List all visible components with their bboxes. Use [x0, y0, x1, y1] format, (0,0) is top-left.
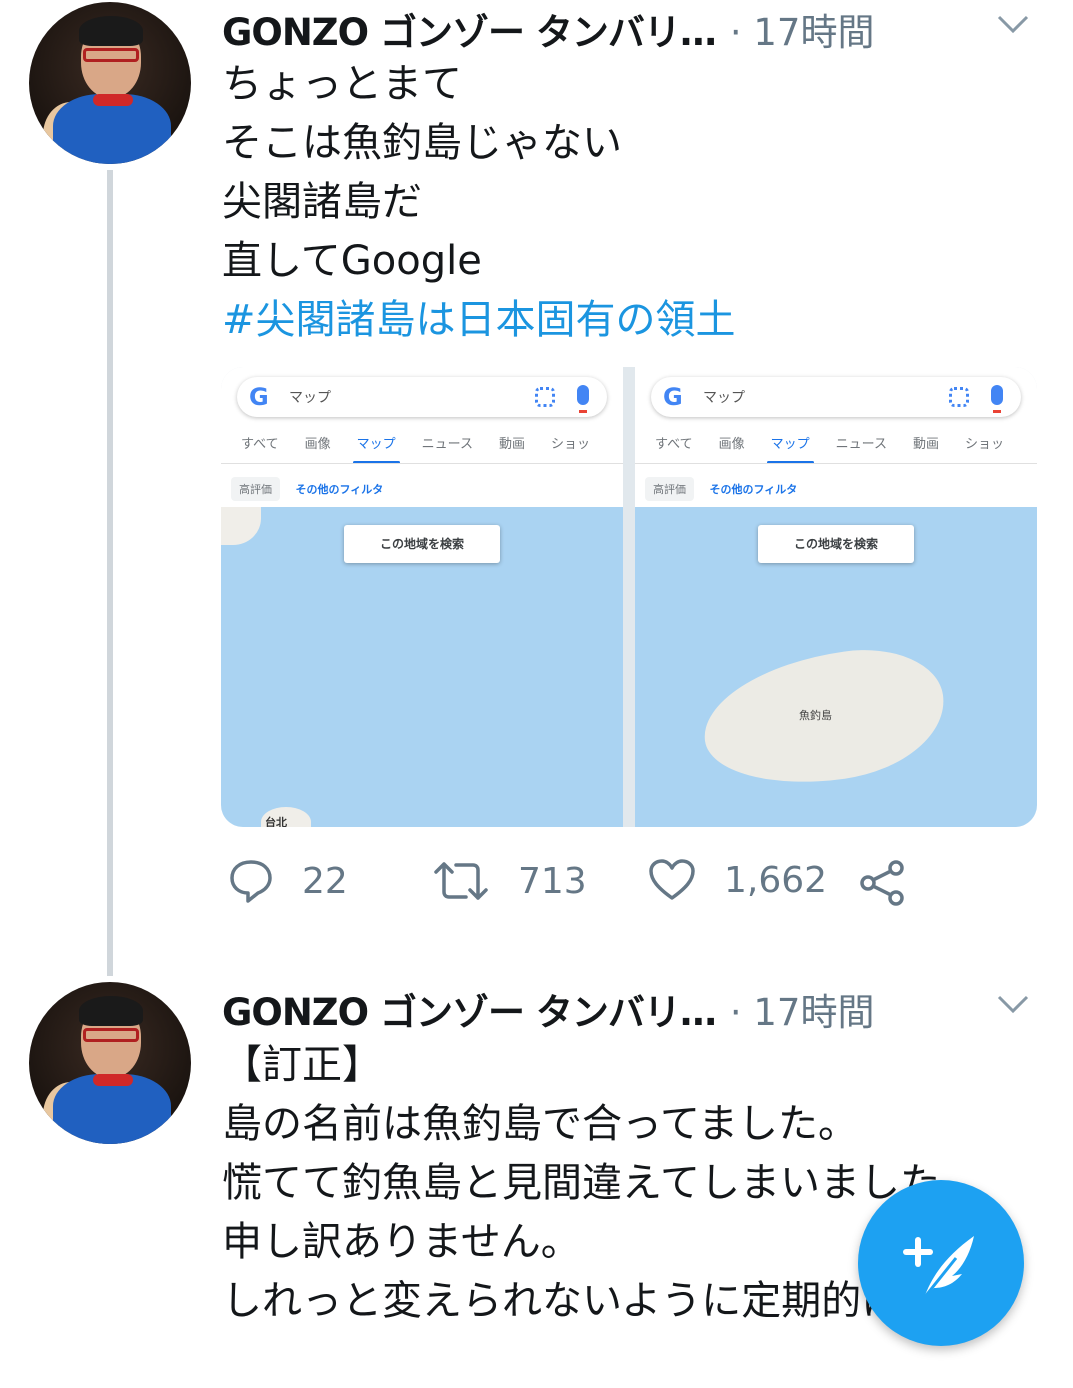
tab-label-active: マップ [766, 433, 814, 464]
tweet-line: 【訂正】 [222, 1042, 382, 1088]
reply-icon [230, 860, 272, 903]
retweet-count: 713 [518, 860, 587, 902]
timestamp: · 17時間 [729, 991, 875, 1034]
chevron-down-icon[interactable] [996, 994, 1030, 1014]
timestamp: · 17時間 [729, 11, 875, 54]
search-area-button: この地域を検索 [758, 525, 914, 563]
lens-icon [535, 387, 555, 407]
chip-rating: 高評価 [645, 477, 694, 501]
tweet-line: 直してGoogle [222, 238, 482, 284]
heart-icon [649, 859, 695, 900]
tab-label: ニュース [421, 437, 473, 452]
map-place-label: 台北 [265, 816, 287, 827]
like-count: 1,662 [724, 859, 828, 901]
filter-chips: 高評価 その他のフィルタ [231, 477, 383, 501]
search-query: マップ [703, 390, 745, 406]
tweet-line: 島の名前は魚釣島で合ってました。 [222, 1101, 858, 1147]
share-icon [860, 860, 904, 906]
chip-filters: その他のフィルタ [709, 483, 798, 496]
tweet-line: そこは魚釣島じゃない [222, 120, 622, 166]
search-bar: G マップ [237, 377, 607, 417]
search-tabs: すべて 画像 マップ ニュース 動画 ショッ [241, 433, 616, 464]
search-area-button: この地域を検索 [344, 525, 500, 563]
compose-tweet-icon [903, 1236, 974, 1299]
search-tabs: すべて 画像 マップ ニュース 動画 ショッ [655, 433, 1030, 464]
thread-connector-line [107, 170, 113, 976]
reply-count: 22 [302, 860, 348, 902]
mic-icon [991, 385, 1003, 413]
tab-label: ショッ [550, 437, 590, 452]
chip-filters: その他のフィルタ [295, 483, 384, 496]
tweet-actions: 22 713 1,662 [222, 858, 922, 918]
compose-tweet-button[interactable] [858, 1180, 1024, 1346]
search-query: マップ [289, 390, 331, 406]
share-button[interactable] [858, 858, 908, 908]
lens-icon [949, 387, 969, 407]
hashtag-link[interactable]: #尖閣諸島は日本固有の領土 [222, 291, 1052, 350]
search-bar: G マップ [651, 377, 1021, 417]
media-image-right[interactable]: G マップ すべて 画像 マップ ニュース 動画 ショッ 高評価 その他のフィル… [635, 367, 1037, 827]
tweet-header: GONZO ゴンゾー タンバリ… · 17時間 [222, 982, 874, 1034]
retweet-button[interactable]: 713 [432, 858, 587, 904]
author-name[interactable]: GONZO ゴンゾー タンバリ… [222, 982, 717, 1036]
author-name[interactable]: GONZO ゴンゾー タンバリ… [222, 2, 717, 56]
reply-button[interactable]: 22 [228, 858, 348, 904]
tab-label: 動画 [498, 437, 525, 452]
avatar[interactable] [29, 982, 191, 1144]
tweet-header: GONZO ゴンゾー タンバリ… · 17時間 [222, 2, 874, 54]
chevron-down-icon[interactable] [996, 14, 1030, 34]
map-place-label: 魚釣島 [799, 709, 832, 722]
google-logo-icon: G [249, 383, 269, 411]
tab-label: 動画 [912, 437, 939, 452]
media-image-left[interactable]: G マップ すべて 画像 マップ ニュース 動画 ショッ 高評価 その他のフィル… [221, 367, 623, 827]
tweet-line: 尖閣諸島だ [222, 179, 422, 225]
chip-rating: 高評価 [231, 477, 280, 501]
avatar[interactable] [29, 2, 191, 164]
mic-icon [577, 385, 589, 413]
tab-label: すべて [655, 437, 693, 452]
tab-label-active: マップ [352, 433, 400, 464]
tab-label: ショッ [964, 437, 1004, 452]
tweet-media[interactable]: G マップ すべて 画像 マップ ニュース 動画 ショッ 高評価 その他のフィル… [221, 367, 1037, 827]
like-button[interactable]: 1,662 [648, 858, 827, 902]
tab-label: ニュース [835, 437, 887, 452]
google-logo-icon: G [663, 383, 683, 411]
tab-label: 画像 [718, 437, 745, 452]
retweet-icon [434, 862, 488, 900]
tab-label: 画像 [304, 437, 331, 452]
tab-label: すべて [241, 437, 279, 452]
tweet-line: ちょっとまて [222, 61, 462, 107]
filter-chips: 高評価 その他のフィルタ [645, 477, 797, 501]
tweet-text: ちょっとまて そこは魚釣島じゃない 尖閣諸島だ 直してGoogle #尖閣諸島は… [222, 55, 1052, 350]
